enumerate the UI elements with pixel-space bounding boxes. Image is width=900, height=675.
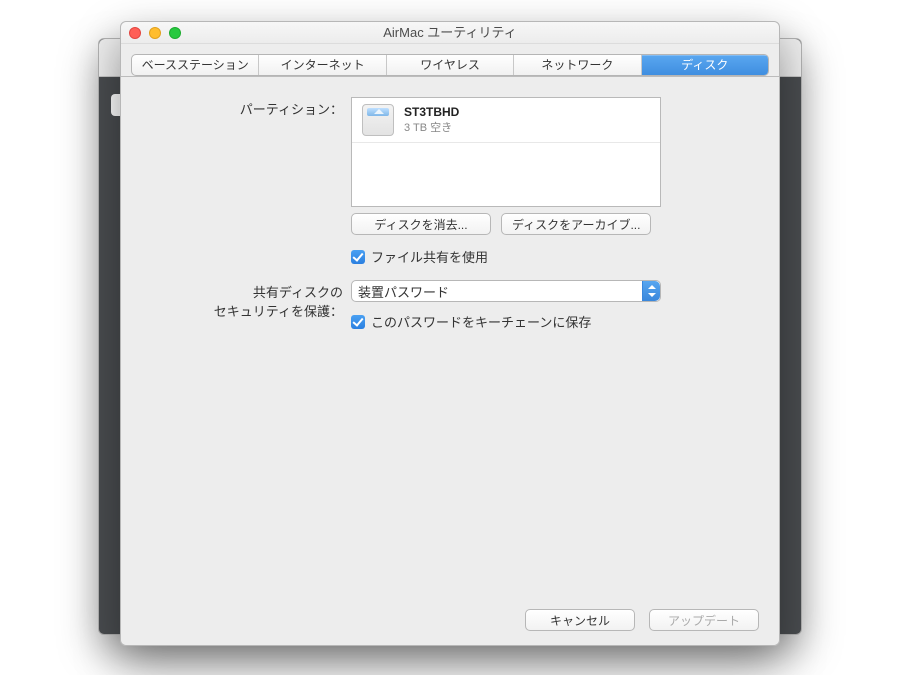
tab-disk[interactable]: ディスク xyxy=(642,55,768,75)
titlebar: AirMac ユーティリティ xyxy=(121,22,779,44)
tab-base-station[interactable]: ベースステーション xyxy=(132,55,259,75)
close-icon[interactable] xyxy=(129,27,141,39)
window-title: AirMac ユーティリティ xyxy=(383,25,517,40)
tab-internet[interactable]: インターネット xyxy=(259,55,386,75)
checkbox-checked-icon xyxy=(351,315,365,329)
partition-name: ST3TBHD xyxy=(404,105,459,119)
disk-pane: パーティション： ST3TBHD 3 TB 空き ディスクを消去... ディスク… xyxy=(121,77,779,645)
cancel-button[interactable]: キャンセル xyxy=(525,609,635,631)
security-mode-popup[interactable]: 装置パスワード xyxy=(351,280,661,302)
tab-network[interactable]: ネットワーク xyxy=(514,55,641,75)
footer-buttons: キャンセル アップデート xyxy=(525,609,759,631)
file-sharing-checkbox[interactable]: ファイル共有を使用 xyxy=(351,247,755,266)
tab-wireless[interactable]: ワイヤレス xyxy=(387,55,514,75)
checkbox-checked-icon xyxy=(351,250,365,264)
popup-stepper-icon xyxy=(642,281,660,301)
erase-disk-button[interactable]: ディスクを消去... xyxy=(351,213,491,235)
partition-label: パーティション： xyxy=(145,97,351,266)
partition-list[interactable]: ST3TBHD 3 TB 空き xyxy=(351,97,661,207)
keychain-checkbox[interactable]: このパスワードをキーチェーンに保存 xyxy=(351,312,755,331)
zoom-icon[interactable] xyxy=(169,27,181,39)
tab-bar: ベースステーション インターネット ワイヤレス ネットワーク ディスク xyxy=(121,44,779,77)
minimize-icon[interactable] xyxy=(149,27,161,39)
shared-disk-security-label: 共有ディスクの セキュリティを保護： xyxy=(145,280,351,331)
shared-disk-security-label-line2: セキュリティを保護： xyxy=(145,301,343,320)
partition-item[interactable]: ST3TBHD 3 TB 空き xyxy=(352,98,660,143)
file-sharing-label: ファイル共有を使用 xyxy=(371,247,488,266)
security-mode-value: 装置パスワード xyxy=(358,282,449,301)
partition-free: 3 TB 空き xyxy=(404,119,459,135)
airport-disk-icon xyxy=(362,104,394,136)
airmac-utility-window: AirMac ユーティリティ ベースステーション インターネット ワイヤレス ネ… xyxy=(120,21,780,646)
traffic-lights xyxy=(129,27,181,39)
shared-disk-security-label-line1: 共有ディスクの xyxy=(145,282,343,301)
keychain-label: このパスワードをキーチェーンに保存 xyxy=(371,312,591,331)
update-button: アップデート xyxy=(649,609,759,631)
archive-disk-button[interactable]: ディスクをアーカイブ... xyxy=(501,213,651,235)
